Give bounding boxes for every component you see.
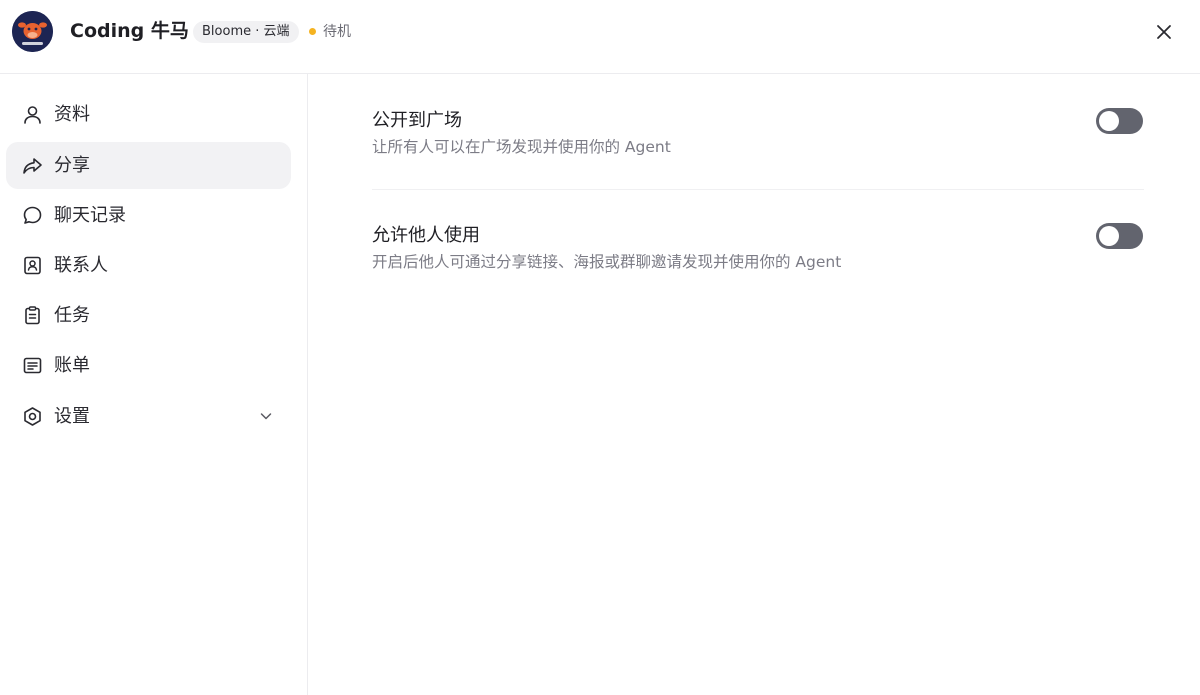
toggle-knob bbox=[1099, 111, 1119, 131]
header-bar: Coding 牛马 Bloome · 云端 待机 bbox=[0, 0, 1200, 74]
status-indicator: 待机 bbox=[309, 21, 351, 43]
settings-hexagon-icon bbox=[24, 407, 41, 426]
sidebar-item-settings[interactable]: 设置 bbox=[6, 393, 291, 440]
status-dot-icon bbox=[309, 27, 316, 35]
bull-mascot-icon bbox=[12, 11, 53, 52]
setting-title: 允许他人使用 bbox=[372, 225, 480, 246]
allow-others-toggle[interactable] bbox=[1096, 223, 1143, 249]
sidebar-item-profile[interactable]: 资料 bbox=[6, 91, 291, 138]
agent-avatar bbox=[12, 11, 53, 52]
contact-card-icon bbox=[24, 256, 41, 275]
sidebar-item-chat-history[interactable]: 聊天记录 bbox=[6, 192, 291, 239]
setting-divider bbox=[372, 189, 1144, 190]
runtime-badge: Bloome · 云端 bbox=[193, 21, 299, 43]
setting-allow-others: 允许他人使用 开启后他人可通过分享链接、海报或群聊邀请发现并使用你的 Agent bbox=[372, 223, 1144, 283]
share-icon bbox=[23, 158, 42, 174]
close-icon bbox=[1157, 25, 1171, 39]
sidebar-item-label: 账单 bbox=[54, 355, 90, 376]
app-title: Coding 牛马 bbox=[70, 20, 189, 42]
clipboard-icon bbox=[25, 306, 40, 325]
sidebar-item-label: 任务 bbox=[54, 305, 90, 326]
sidebar-item-label: 聊天记录 bbox=[54, 205, 126, 226]
toggle-knob bbox=[1099, 226, 1119, 246]
sidebar-item-label: 分享 bbox=[54, 155, 90, 176]
sidebar-item-contacts[interactable]: 联系人 bbox=[6, 242, 291, 289]
close-button[interactable] bbox=[1152, 20, 1176, 44]
receipt-icon bbox=[23, 357, 42, 374]
settings-window: Coding 牛马 Bloome · 云端 待机 资料 分享 聊天记录 联系人 … bbox=[0, 0, 1200, 695]
setting-description: 让所有人可以在广场发现并使用你的 Agent bbox=[372, 138, 671, 156]
setting-public-square: 公开到广场 让所有人可以在广场发现并使用你的 Agent bbox=[372, 108, 1144, 168]
user-icon bbox=[24, 106, 41, 124]
sidebar-item-tasks[interactable]: 任务 bbox=[6, 292, 291, 339]
setting-description: 开启后他人可通过分享链接、海报或群聊邀请发现并使用你的 Agent bbox=[372, 253, 842, 271]
sidebar-item-label: 资料 bbox=[54, 104, 90, 125]
chevron-down-icon[interactable] bbox=[258, 408, 274, 424]
chat-bubble-icon bbox=[23, 206, 42, 224]
sidebar-item-label: 设置 bbox=[54, 406, 90, 427]
sidebar-item-share[interactable]: 分享 bbox=[6, 142, 291, 189]
sidebar-item-billing[interactable]: 账单 bbox=[6, 342, 291, 389]
public-square-toggle[interactable] bbox=[1096, 108, 1143, 134]
sidebar-nav: 资料 分享 聊天记录 联系人 任务 账单 设置 bbox=[0, 74, 308, 695]
sidebar-item-label: 联系人 bbox=[54, 255, 108, 276]
setting-title: 公开到广场 bbox=[372, 110, 462, 131]
status-text: 待机 bbox=[323, 24, 351, 40]
share-settings-panel: 公开到广场 让所有人可以在广场发现并使用你的 Agent 允许他人使用 开启后他… bbox=[308, 74, 1200, 695]
